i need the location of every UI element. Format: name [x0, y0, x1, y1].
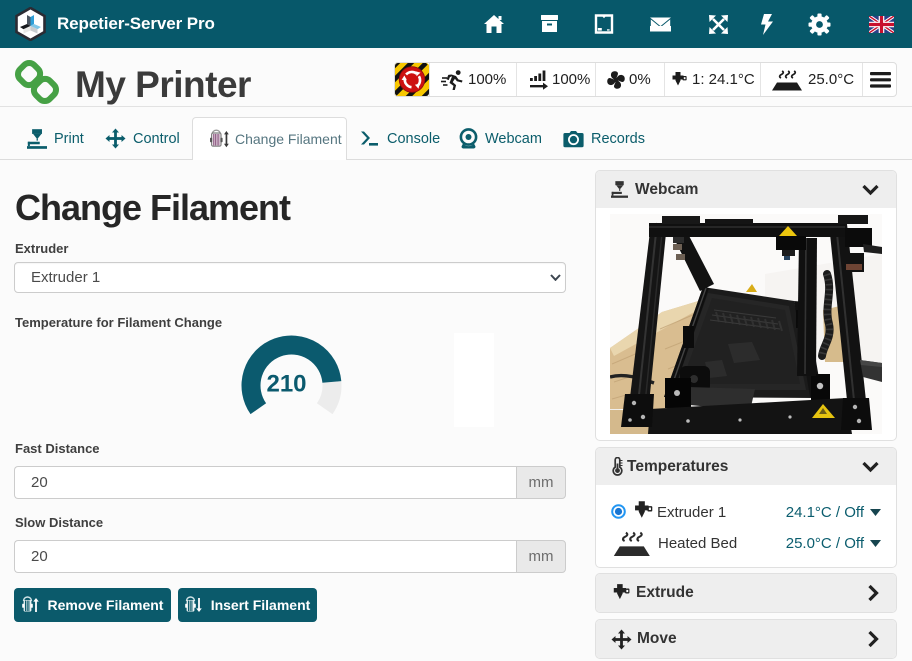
- svg-text:210: 210: [266, 371, 306, 398]
